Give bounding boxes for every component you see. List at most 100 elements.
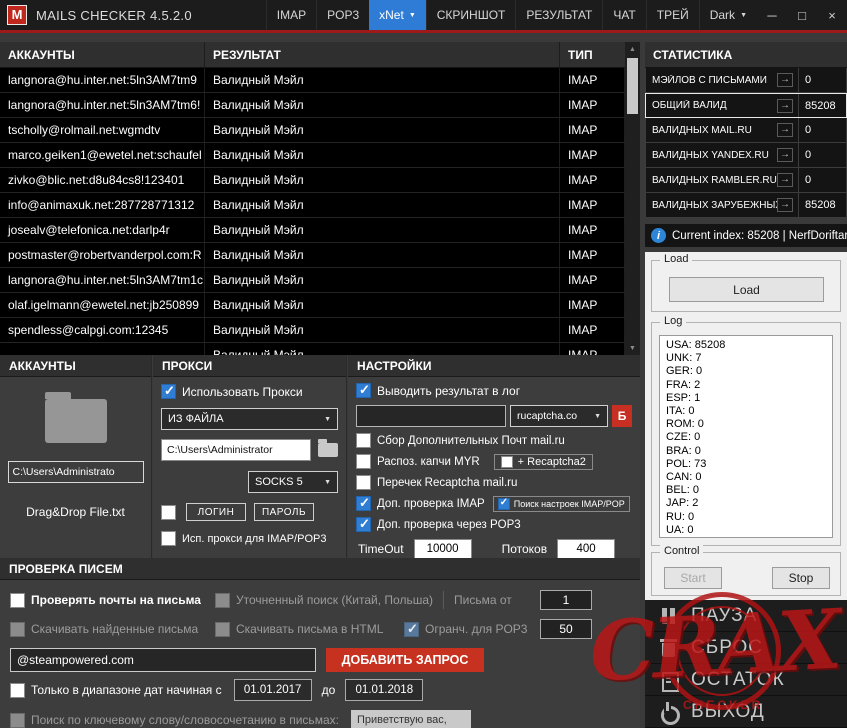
- scrollbar-thumb[interactable]: [627, 58, 638, 114]
- result-cell: Валидный Мэйл: [205, 118, 560, 142]
- table-row[interactable]: spendless@calpgi.com:12345 Валидный Мэйл…: [0, 318, 625, 343]
- date-to-input[interactable]: 01.01.2018: [345, 679, 423, 701]
- table-row[interactable]: postmaster@robertvanderpol.com:R Валидны…: [0, 243, 625, 268]
- action-button[interactable]: ВЫХОД: [645, 696, 847, 728]
- log-line: CAN: 0: [666, 471, 826, 484]
- threads-input[interactable]: 400: [557, 539, 615, 559]
- menu-item[interactable]: РЕЗУЛЬТАТ: [515, 0, 602, 30]
- use-proxy-checkbox[interactable]: [161, 384, 176, 399]
- letters-from-input[interactable]: 1: [540, 590, 592, 610]
- menu-item[interactable]: ТРЕЙ: [646, 0, 699, 30]
- check-mails-checkbox[interactable]: [10, 593, 25, 608]
- table-row[interactable]: josealv@telefonica.net:darlp4r Валидный …: [0, 218, 625, 243]
- account-cell: langnora@hu.inter.net:5ln3AM7tm9: [0, 68, 205, 92]
- pop3-check-checkbox[interactable]: [356, 517, 371, 532]
- pop3-limit-checkbox[interactable]: [404, 622, 419, 637]
- date-range-checkbox[interactable]: [10, 683, 25, 698]
- export-arrow-icon[interactable]: [777, 173, 793, 187]
- recaptcha2-group: + Recaptcha2: [494, 454, 593, 470]
- column-header-result[interactable]: РЕЗУЛЬТАТ: [205, 42, 560, 67]
- stop-button[interactable]: Stop: [772, 567, 830, 589]
- date-from-input[interactable]: 01.01.2017: [234, 679, 312, 701]
- scroll-up-icon[interactable]: ▲: [625, 42, 640, 56]
- table-scrollbar[interactable]: ▲ ▼: [625, 42, 640, 355]
- browse-folder-icon[interactable]: [318, 443, 338, 457]
- maximize-icon[interactable]: □: [787, 0, 817, 30]
- download-found-label: Скачивать найденные письма: [31, 622, 215, 636]
- menu-item[interactable]: Dark ▼: [699, 0, 757, 30]
- proxy-password-button[interactable]: ПАРОЛЬ: [254, 503, 314, 521]
- type-cell: IMAP: [560, 68, 625, 92]
- export-arrow-icon[interactable]: [777, 123, 793, 137]
- menu-item[interactable]: IMAP: [266, 0, 316, 30]
- table-row[interactable]: olaf.igelmann@ewetel.net:jb250899 Валидн…: [0, 293, 625, 318]
- table-row[interactable]: zivko@blic.net:d8u84cs8!123401 Валидный …: [0, 168, 625, 193]
- menu-item-label: POP3: [327, 8, 359, 22]
- recheck-checkbox[interactable]: [356, 475, 371, 490]
- log-output[interactable]: USA: 85208UNK: 7GER: 0FRA: 2ESP: 1ITA: 0…: [659, 335, 833, 538]
- log-line: GER: 0: [666, 365, 826, 378]
- table-row[interactable]: langnora@hu.inter.net:5ln3AM7tm1c Валидн…: [0, 268, 625, 293]
- log-line: USA: 85208: [666, 339, 826, 352]
- table-row[interactable]: info@animaxuk.net:287728771312 Валидный …: [0, 193, 625, 218]
- menu-item-label: РЕЗУЛЬТАТ: [526, 8, 592, 22]
- recaptcha2-checkbox[interactable]: [501, 456, 513, 468]
- load-button[interactable]: Load: [669, 277, 824, 302]
- table-row[interactable]: langnora@hu.inter.net:5ln3AM7tm9 Валидны…: [0, 68, 625, 93]
- download-html-checkbox[interactable]: [215, 622, 230, 637]
- scroll-down-icon[interactable]: ▼: [625, 341, 640, 355]
- download-found-checkbox[interactable]: [10, 622, 25, 637]
- menu-item[interactable]: POP3: [316, 0, 369, 30]
- captcha-balance-button[interactable]: Б: [612, 405, 632, 427]
- export-arrow-icon[interactable]: [777, 73, 793, 87]
- proxy-source-select[interactable]: ИЗ ФАЙЛА: [161, 408, 338, 430]
- table-row[interactable]: tscholly@rolmail.net:wgmdtv Валидный Мэй…: [0, 118, 625, 143]
- control-groupbox-label: Control: [660, 545, 703, 557]
- column-header-accounts[interactable]: АККАУНТЫ: [0, 42, 205, 67]
- proxy-file-input[interactable]: C:\Users\Administrator: [161, 439, 311, 461]
- proxy-source-value: ИЗ ФАЙЛА: [168, 413, 224, 425]
- date-to-label: до: [322, 683, 336, 697]
- query-input[interactable]: @steampowered.com: [10, 648, 316, 672]
- minimize-icon[interactable]: ─: [757, 0, 787, 30]
- table-row[interactable]: langnora@hu.inter.net:5ln3AM7tm6! Валидн…: [0, 93, 625, 118]
- close-icon[interactable]: ×: [817, 0, 847, 30]
- captcha-key-input[interactable]: [356, 405, 506, 427]
- folder-icon[interactable]: [45, 399, 107, 443]
- collect-mail-checkbox[interactable]: [356, 433, 371, 448]
- stat-label: ОБЩИЙ ВАЛИД: [652, 100, 777, 111]
- proxy-type-select[interactable]: SOCKS 5: [248, 471, 338, 493]
- account-cell: postmaster@robertvanderpol.com:R: [0, 243, 205, 267]
- action-button[interactable]: СБРОС: [645, 632, 847, 664]
- imap-pop-search-checkbox[interactable]: [498, 498, 510, 510]
- start-button[interactable]: Start: [664, 567, 722, 589]
- stat-label: ВАЛИДНЫХ ЗАРУБЕЖНЫХ: [652, 200, 777, 211]
- stat-value: 0: [798, 68, 846, 92]
- imap-check-checkbox[interactable]: [356, 496, 371, 511]
- imap-check-label: Доп. проверка IMAP: [377, 498, 485, 510]
- menu-item[interactable]: ЧАТ: [602, 0, 645, 30]
- proxy-auth-checkbox[interactable]: [161, 505, 176, 520]
- proxy-login-button[interactable]: ЛОГИН: [186, 503, 246, 521]
- pop3-limit-input[interactable]: 50: [540, 619, 592, 639]
- table-row[interactable]: marco.geiken1@ewetel.net:schaufel Валидн…: [0, 143, 625, 168]
- recognize-captcha-checkbox[interactable]: [356, 454, 371, 469]
- add-query-button[interactable]: ДОБАВИТЬ ЗАПРОС: [326, 648, 484, 672]
- log-output-checkbox[interactable]: [356, 383, 371, 398]
- menu-item[interactable]: СКРИНШОТ: [426, 0, 516, 30]
- captcha-service-select[interactable]: rucaptcha.co: [510, 405, 608, 427]
- refined-search-checkbox[interactable]: [215, 593, 230, 608]
- action-button[interactable]: ОСТАТОК: [645, 664, 847, 696]
- keyword-search-checkbox[interactable]: [10, 713, 25, 728]
- export-arrow-icon[interactable]: [777, 198, 793, 212]
- timeout-input[interactable]: 10000: [414, 539, 472, 559]
- table-row[interactable]: Валидный Мэйл IMAP: [0, 343, 625, 355]
- export-arrow-icon[interactable]: [777, 148, 793, 162]
- column-header-type[interactable]: ТИП: [560, 42, 625, 67]
- export-arrow-icon[interactable]: [777, 99, 793, 113]
- action-button[interactable]: ПАУЗА: [645, 600, 847, 632]
- accounts-file-path[interactable]: C:\Users\Administrato: [8, 461, 144, 483]
- menu-item[interactable]: xNet ▼: [369, 0, 426, 30]
- keyword-input[interactable]: Приветствую вас,: [351, 710, 471, 728]
- proxy-for-imap-checkbox[interactable]: [161, 531, 176, 546]
